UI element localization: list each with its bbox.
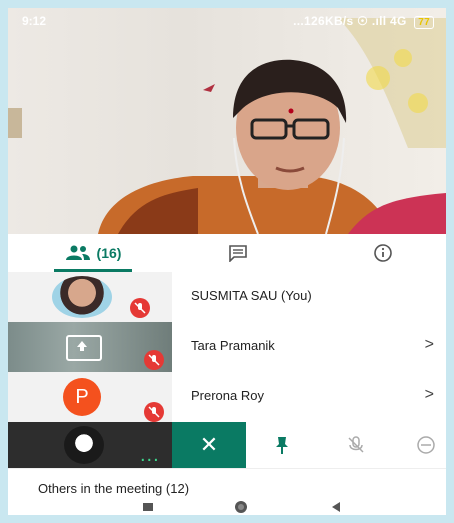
status-bar: 9:12 ...126KB/s ☉ .ıll 4G 77 — [8, 8, 446, 34]
main-video[interactable]: 9:12 ...126KB/s ☉ .ıll 4G 77 — [8, 8, 446, 234]
recents-icon — [143, 502, 153, 511]
nav-home-button[interactable] — [229, 498, 253, 515]
remove-button[interactable] — [412, 432, 440, 458]
chevron-right-icon[interactable]: > — [425, 336, 434, 354]
status-network: ...126KB/s ☉ .ıll 4G — [293, 14, 411, 28]
people-icon — [65, 245, 90, 260]
info-icon — [374, 244, 392, 262]
video-feed — [8, 18, 446, 234]
mic-off-icon — [348, 436, 364, 453]
participant-row-3[interactable]: P Prerona Roy > — [8, 372, 446, 422]
tab-people[interactable]: (16) — [48, 234, 138, 272]
battery-icon: 77 — [414, 16, 434, 29]
avatar: P — [63, 378, 101, 416]
pin-button[interactable] — [268, 432, 296, 458]
others-section: Others in the meeting (12) — [8, 468, 446, 499]
status-time: 9:12 — [22, 14, 47, 28]
participant-name: Prerona Roy — [191, 388, 264, 403]
app-frame: 9:12 ...126KB/s ☉ .ıll 4G 77 (16) SUSMIT… — [8, 8, 446, 515]
tab-bar: (16) — [8, 234, 446, 273]
system-nav-bar — [8, 498, 446, 515]
participant-thumb: P — [8, 372, 172, 422]
avatar — [52, 276, 112, 318]
tab-chat[interactable] — [218, 234, 258, 272]
pin-icon — [276, 437, 288, 454]
back-icon — [332, 501, 340, 512]
present-icon — [66, 335, 102, 361]
participant-thumb — [8, 322, 172, 372]
participant-thumb — [8, 272, 172, 322]
status-indicators: ...126KB/s ☉ .ıll 4G 77 — [293, 14, 434, 29]
participant-name: Tara Pramanik — [191, 338, 275, 353]
mic-off-icon — [144, 350, 164, 370]
remove-icon — [417, 436, 435, 454]
chat-icon — [229, 245, 247, 262]
mic-off-icon — [144, 402, 164, 422]
home-icon — [235, 500, 247, 513]
close-button[interactable]: ✕ — [172, 422, 246, 468]
participant-row-1[interactable]: SUSMITA SAU (You) — [8, 272, 446, 322]
avatar — [64, 426, 104, 464]
mic-off-icon — [130, 298, 150, 318]
nav-back-button[interactable] — [326, 498, 346, 515]
participant-row-2[interactable]: Tara Pramanik > — [8, 322, 446, 372]
participant-controls: ... ✕ — [8, 422, 446, 468]
people-count: (16) — [96, 245, 122, 261]
action-bar — [246, 422, 446, 468]
chevron-right-icon[interactable]: > — [425, 386, 434, 404]
others-label: Others in the meeting (12) — [38, 481, 190, 496]
participant-name: SUSMITA SAU (You) — [191, 288, 312, 303]
nav-recents-button[interactable] — [138, 498, 158, 515]
more-icon[interactable]: ... — [140, 444, 160, 467]
self-thumb: ... — [8, 422, 172, 468]
tab-info[interactable] — [363, 234, 403, 272]
mute-button[interactable] — [342, 432, 370, 458]
